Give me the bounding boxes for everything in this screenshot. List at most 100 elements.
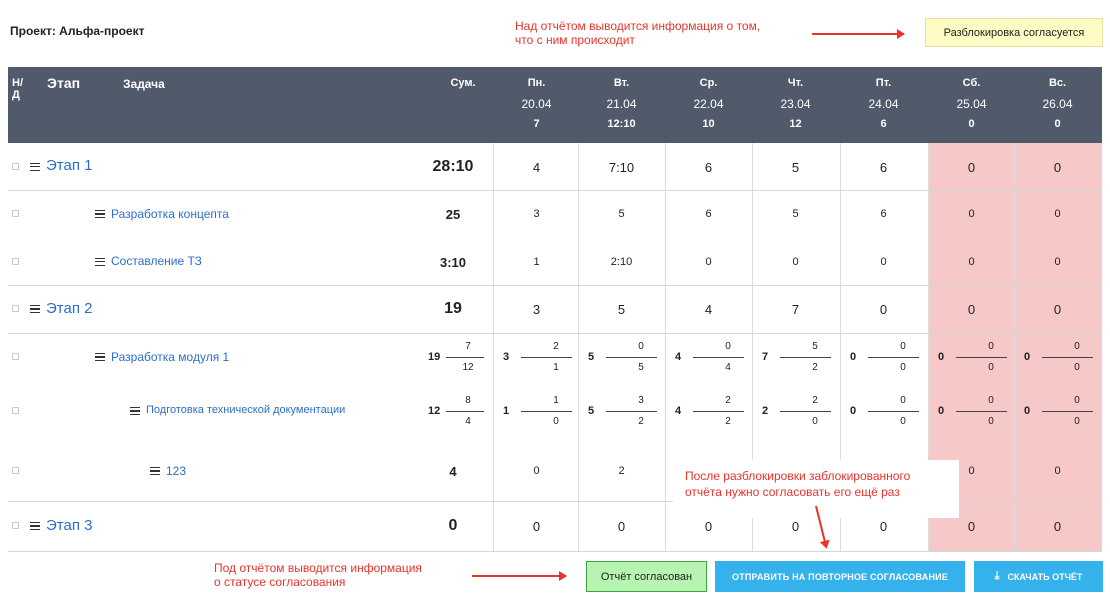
split-line [693, 411, 744, 412]
task-link[interactable]: Составление ТЗ [111, 254, 202, 268]
day-value-split[interactable]: 1 1 0 [493, 393, 580, 429]
day-value[interactable]: 5 [578, 208, 665, 220]
approval-status-button[interactable]: Отчёт согласован [586, 561, 707, 592]
resend-approval-button[interactable]: ОТПРАВИТЬ НА ПОВТОРНОЕ СОГЛАСОВАНИЕ [715, 561, 965, 592]
day-value[interactable]: 0 [752, 519, 839, 534]
drag-handle-icon[interactable] [95, 257, 105, 266]
download-report-button[interactable]: ⤓ СКАЧАТЬ ОТЧЁТ [974, 561, 1103, 592]
stage-link[interactable]: Этап 1 [46, 157, 92, 174]
row-sum: 3:10 [439, 254, 467, 270]
day-value-split[interactable]: 19 7 12 [418, 339, 492, 375]
header-day-5: Сб. 25.04 0 [928, 67, 1015, 143]
row-checkbox[interactable] [12, 407, 19, 414]
day-value[interactable]: 0 [928, 160, 1015, 175]
day-value[interactable]: 0 [840, 519, 927, 534]
task-link[interactable]: Разработка модуля 1 [111, 350, 229, 364]
day-value[interactable]: 7 [752, 302, 839, 317]
split-line [868, 411, 919, 412]
row-checkbox[interactable] [12, 467, 19, 474]
task-link[interactable]: 123 [166, 464, 186, 478]
drag-handle-icon[interactable] [30, 162, 40, 171]
split-line [521, 411, 572, 412]
day-value[interactable]: 0 [1014, 465, 1101, 477]
day-value[interactable]: 0 [1014, 208, 1101, 220]
day-value-split[interactable]: 12 8 4 [418, 393, 492, 429]
row-checkbox[interactable] [12, 305, 19, 312]
stage-link[interactable]: Этап 3 [46, 517, 92, 534]
split-bottom: 0 [988, 362, 994, 373]
day-value[interactable]: 6 [665, 160, 752, 175]
day-value[interactable]: 6 [840, 160, 927, 175]
day-value-split[interactable]: 0 0 0 [928, 339, 1015, 375]
day-value[interactable]: 0 [840, 256, 927, 268]
split-line [956, 411, 1007, 412]
row-checkbox[interactable] [12, 257, 19, 265]
split-top: 0 [988, 341, 994, 352]
row-sum: 4 [449, 464, 457, 479]
day-value-split[interactable]: 0 0 0 [1014, 339, 1101, 375]
split-total: 4 [675, 405, 682, 417]
drag-handle-icon[interactable] [95, 210, 105, 218]
row-checkbox[interactable] [12, 353, 19, 360]
drag-handle-icon[interactable] [30, 305, 40, 313]
drag-handle-icon[interactable] [30, 522, 40, 530]
day-value-split[interactable]: 0 0 0 [928, 393, 1015, 429]
day-value-split[interactable]: 5 3 2 [578, 393, 665, 429]
day-value[interactable]: 0 [928, 208, 1015, 220]
day-value[interactable]: 0 [1014, 519, 1101, 534]
day-value[interactable]: 0 [578, 519, 665, 534]
day-value-split[interactable]: 0 0 0 [1014, 393, 1101, 429]
drag-handle-icon[interactable] [150, 467, 160, 475]
day-value-split[interactable]: 7 5 2 [752, 339, 839, 375]
task-link[interactable]: Разработка концепта [111, 207, 229, 221]
day-value[interactable]: 6 [665, 208, 752, 220]
day-value-split[interactable]: 4 0 4 [665, 339, 752, 375]
day-value[interactable]: 5 [752, 160, 839, 175]
task-link[interactable]: Подготовка технической документации [146, 404, 345, 416]
day-value[interactable]: 3 [493, 208, 580, 220]
day-value[interactable]: 0 [665, 256, 752, 268]
split-total: 0 [850, 351, 857, 363]
header-sum-label: Сум. [450, 77, 476, 89]
day-value[interactable]: 0 [493, 465, 580, 477]
day-value[interactable]: 1 [493, 256, 580, 268]
row-checkbox[interactable] [12, 522, 19, 529]
day-value[interactable]: 0 [493, 519, 580, 534]
split-line [693, 357, 744, 358]
annotation-top-arrow [812, 29, 905, 39]
day-value[interactable]: 0 [1014, 160, 1101, 175]
row-checkbox[interactable] [12, 162, 19, 170]
day-value[interactable]: 7:10 [578, 160, 665, 175]
day-value[interactable]: 0 [1014, 302, 1101, 317]
day-value-split[interactable]: 0 0 0 [840, 339, 927, 375]
day-value[interactable]: 5 [578, 302, 665, 317]
day-value[interactable]: 0 [752, 256, 839, 268]
day-value[interactable]: 5 [752, 208, 839, 220]
day-value-split[interactable]: 5 0 5 [578, 339, 665, 375]
split-top: 0 [900, 395, 906, 406]
day-value[interactable]: 0 [928, 256, 1015, 268]
day-value[interactable]: 0 [1014, 256, 1101, 268]
day-value[interactable]: 4 [493, 160, 580, 175]
day-value-split[interactable]: 2 2 0 [752, 393, 839, 429]
day-value[interactable]: 3 [493, 302, 580, 317]
day-value[interactable]: 2 [578, 465, 665, 477]
day-value[interactable]: 6 [840, 208, 927, 220]
day-value-split[interactable]: 4 2 2 [665, 393, 752, 429]
stage-link[interactable]: Этап 2 [46, 300, 92, 317]
day-value[interactable]: 0 [840, 302, 927, 317]
header-sum: Сум. [438, 67, 488, 143]
day-value[interactable]: 2:10 [578, 256, 665, 268]
day-value[interactable]: 0 [665, 519, 752, 534]
day-value[interactable]: 0 [928, 519, 1015, 534]
split-top: 3 [638, 395, 644, 406]
header-day-date: 25.04 [956, 97, 987, 111]
row-checkbox[interactable] [12, 210, 19, 217]
drag-handle-icon[interactable] [95, 353, 105, 361]
day-value[interactable]: 4 [665, 302, 752, 317]
drag-handle-icon[interactable] [130, 407, 140, 415]
day-value-split[interactable]: 3 2 1 [493, 339, 580, 375]
day-value-split[interactable]: 0 0 0 [840, 393, 927, 429]
split-bottom: 2 [812, 362, 818, 373]
day-value[interactable]: 0 [928, 302, 1015, 317]
